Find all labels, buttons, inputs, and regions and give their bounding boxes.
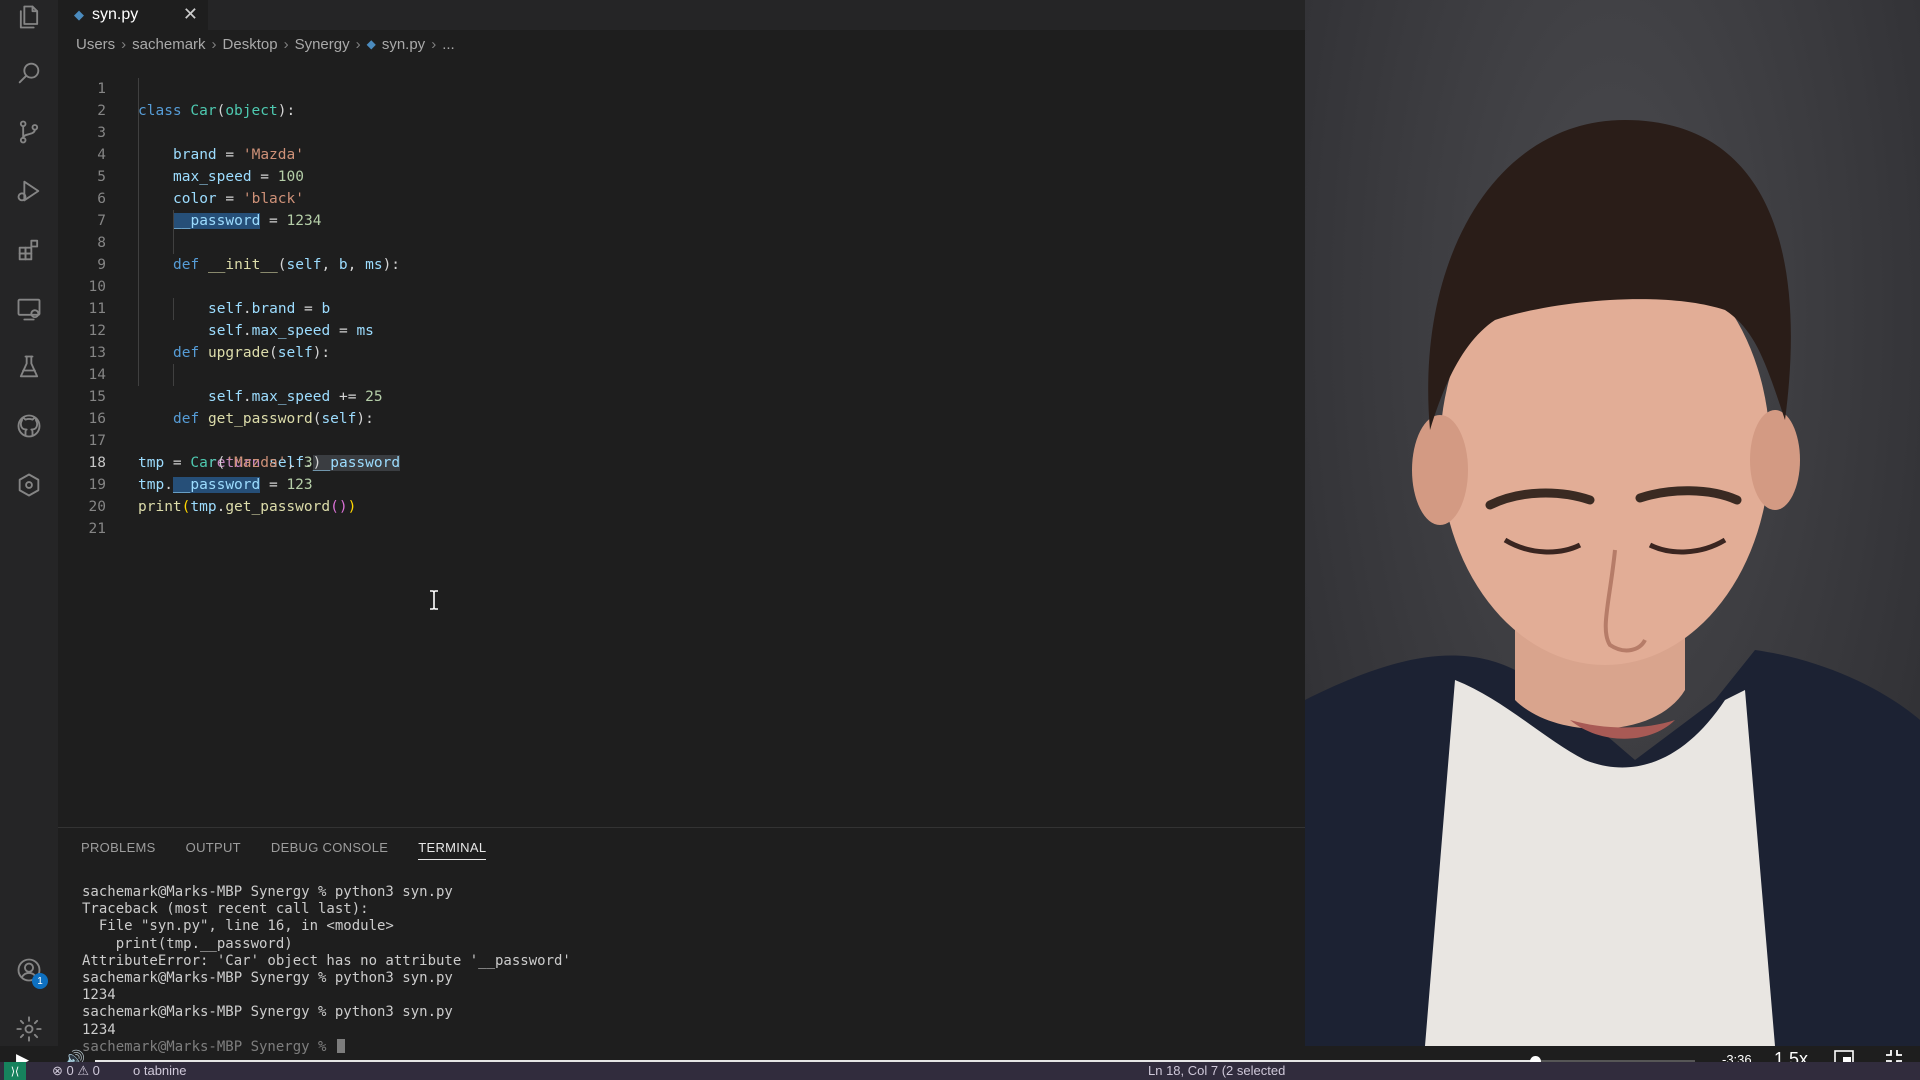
tab-terminal[interactable]: TERMINAL [418,840,487,860]
status-bar: ⟩⟨ ⊗ 0 ⚠ 0 o tabnine Ln 18, Col 7 (2 sel… [0,1062,1920,1080]
bottom-panel: PROBLEMS OUTPUT DEBUG CONSOLE TERMINAL s… [58,827,1305,1055]
indent-guide [138,144,139,166]
indent-guide [138,122,139,144]
terminal-line: AttributeError: 'Car' object has no attr… [82,952,571,969]
indent-guide [173,298,174,320]
breadcrumb-file[interactable]: syn.py [382,36,425,53]
tabnine-status[interactable]: o tabnine [133,1063,187,1078]
code-line[interactable]: 8 self.brand = b [58,210,1305,317]
chevron-right-icon: › [431,35,437,53]
extensions-icon[interactable] [14,235,44,265]
indent-guide [138,100,139,122]
activity-bar: 1 [0,0,58,1046]
chevron-right-icon: › [121,35,127,53]
terminal-line: 1234 [82,1021,116,1038]
code-line[interactable]: 10 [58,254,1305,295]
terminal-line: File "syn.py", line 16, in <module> [82,918,394,935]
terminal-line: Traceback (most recent call last): [82,901,369,918]
indent-guide [138,298,139,320]
panel-tabs: PROBLEMS OUTPUT DEBUG CONSOLE TERMINAL [81,840,487,860]
gitlens-icon[interactable] [14,470,44,500]
code-line[interactable]: 4 color = 'black' [58,122,1305,207]
indent-guide [173,210,174,232]
problems-indicator[interactable]: ⊗ 0 ⚠ 0 [52,1063,100,1079]
terminal[interactable]: sachemark@Marks-MBP Synergy % python3 sy… [82,884,571,1056]
indent-guide [138,78,139,100]
tab-syn-py[interactable]: ◆ syn.py ✕ [58,0,208,30]
indent-guide [138,210,139,232]
indent-guide [138,254,139,276]
code-line[interactable]: 14 def get_password(self): [58,342,1305,427]
indent-guide [138,320,139,342]
code-line[interactable]: 9 self.max_speed = ms [58,232,1305,339]
breadcrumb-tail[interactable]: ... [442,36,455,53]
breadcrumb-item[interactable]: Desktop [223,36,278,53]
terminal-line: 1234 [82,987,116,1004]
indent-guide [138,364,139,386]
search-icon[interactable] [14,58,44,88]
presenter-image [1305,120,1920,1046]
breadcrumb-item[interactable]: Users [76,36,115,53]
tab-label: syn.py [92,6,139,23]
breadcrumb-item[interactable]: Synergy [295,36,350,53]
source-control-icon[interactable] [14,117,44,147]
terminal-line: sachemark@Marks-MBP Synergy % python3 sy… [82,884,453,900]
code-editor[interactable]: 1 class Car(object): 2 brand = 'Mazda' 3… [58,56,1305,537]
code-line[interactable]: 15 return self.__password [58,364,1305,471]
files-icon[interactable] [14,2,44,32]
indent-guide [138,232,139,254]
terminal-line: print(tmp.__password) [82,935,293,952]
code-line[interactable]: 3 max_speed = 100 [58,100,1305,185]
code-line[interactable]: 21 [58,496,1305,537]
account-icon[interactable]: 1 [14,955,48,989]
warning-icon: ⚠ [77,1063,90,1078]
indent-guide [138,342,139,364]
python-file-icon: ◆ [366,37,376,51]
indent-guide [138,188,139,210]
code-line[interactable]: 17 tmp = Car('Mazda', 3) [58,408,1305,471]
breadcrumb: Users › sachemark › Desktop › Synergy › … [76,33,455,55]
tab-problems[interactable]: PROBLEMS [81,840,156,860]
chevron-right-icon: › [283,35,289,53]
settings-gear-icon[interactable] [14,1014,44,1044]
account-badge: 1 [32,973,48,989]
remote-indicator-icon[interactable]: ⟩⟨ [4,1062,26,1080]
chevron-right-icon: › [211,35,217,53]
code-line[interactable]: 19 print(tmp.get_password()) [58,452,1305,515]
code-line-active[interactable]: 18 tmp.__password = 123 [58,430,1305,493]
tab-debug-console[interactable]: DEBUG CONSOLE [271,840,388,860]
indent-guide [138,166,139,188]
indent-guide [173,232,174,254]
chevron-right-icon: › [355,35,361,53]
terminal-line: sachemark@Marks-MBP Synergy % python3 sy… [82,969,453,986]
code-line[interactable]: 20 [58,474,1305,515]
tab-output[interactable]: OUTPUT [186,840,241,860]
code-line[interactable]: 11 def upgrade(self): [58,276,1305,361]
indent-guide [173,364,174,386]
remote-explorer-icon[interactable] [14,294,44,324]
line-number: 21 [88,521,106,537]
breadcrumb-item[interactable]: sachemark [132,36,205,53]
terminal-line: sachemark@Marks-MBP Synergy % python3 sy… [82,1004,453,1021]
cursor-position[interactable]: Ln 18, Col 7 (2 selected [1148,1063,1285,1078]
github-icon[interactable] [14,411,44,441]
run-debug-icon[interactable] [14,176,44,206]
webcam-video [1305,0,1920,1046]
indent-guide [138,276,139,298]
code-line[interactable]: 7 def __init__(self, b, ms): [58,188,1305,273]
code-line[interactable]: 2 brand = 'Mazda' [58,78,1305,163]
tab-bar: ◆ syn.py ✕ [58,0,1305,30]
code-line[interactable]: 5 __password = 1234 [58,144,1305,229]
tabnine-icon: o [133,1063,141,1078]
code-line[interactable]: 16 [58,386,1305,427]
testing-icon[interactable] [14,352,44,382]
code-line[interactable]: 6 [58,166,1305,207]
code-line[interactable]: 13 [58,320,1305,361]
python-file-icon: ◆ [74,7,84,22]
error-icon: ⊗ [52,1063,63,1078]
code-line[interactable]: 12 self.max_speed += 25 [58,298,1305,405]
code-line[interactable]: 1 class Car(object): [58,56,1305,119]
close-icon[interactable]: ✕ [183,4,198,25]
text-cursor-icon [430,590,438,610]
